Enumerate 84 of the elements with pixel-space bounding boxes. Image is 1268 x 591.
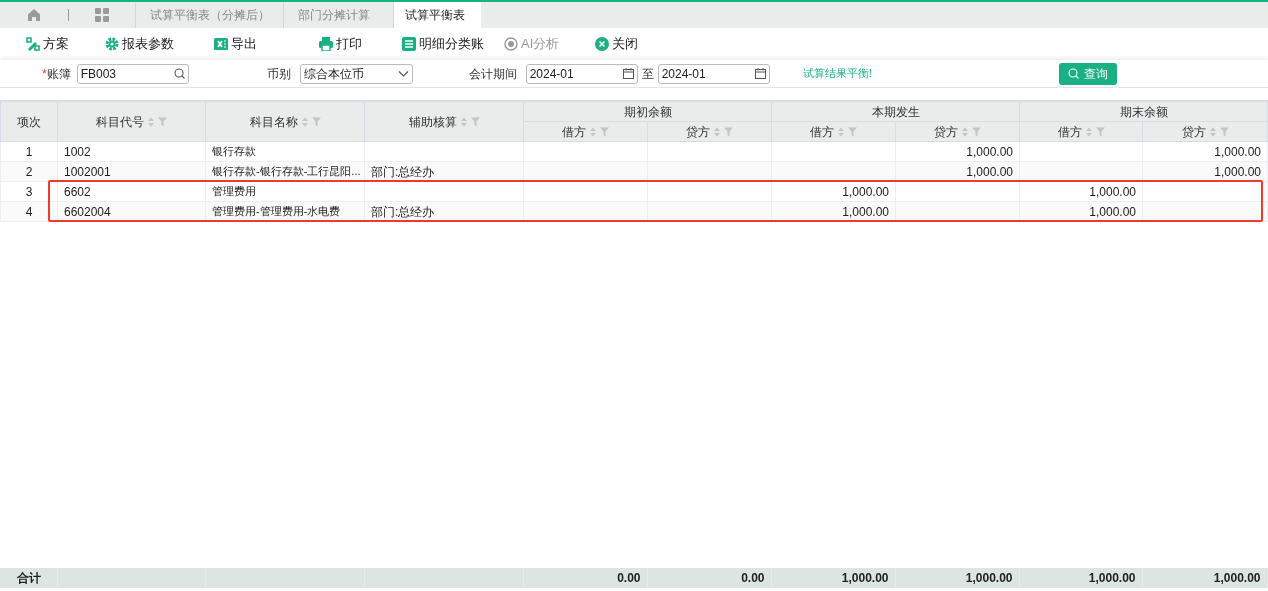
column-header[interactable]: 科目代号: [57, 101, 206, 142]
column-header: 项次: [0, 101, 58, 142]
toolbar-button[interactable]: 报表参数: [105, 34, 174, 54]
grid-icon[interactable]: [95, 8, 109, 22]
field-label: 至: [641, 65, 654, 83]
gear-icon: [105, 37, 119, 51]
table-cell: 4: [25, 204, 33, 219]
sort-icon[interactable]: [713, 126, 721, 137]
sort-icon[interactable]: [837, 126, 845, 137]
table-cell: 1002001: [64, 164, 111, 179]
table-cell: 部门:总经办: [371, 164, 435, 179]
table-cell: 6602004: [64, 204, 111, 219]
input-field[interactable]: 综合本位币: [299, 63, 413, 84]
table-cell: 部门:总经办: [371, 204, 435, 219]
filter-icon[interactable]: [848, 126, 857, 137]
table-cell: 管理费用: [212, 185, 256, 198]
column-header[interactable]: 科目名称: [205, 101, 365, 142]
filter-icon[interactable]: [972, 126, 981, 137]
sort-icon[interactable]: [300, 116, 309, 127]
table-cell: 1,000.00: [1213, 571, 1261, 585]
sort-icon[interactable]: [961, 126, 969, 137]
required-mark: *: [42, 65, 47, 83]
table-cell: 3: [25, 184, 33, 199]
toolbar-button[interactable]: 明细分类账: [402, 34, 484, 54]
scheme-icon: [26, 37, 40, 51]
search-icon: [1067, 68, 1079, 79]
list-icon: [402, 37, 416, 51]
table-cell: 1,000.00: [1214, 144, 1261, 159]
tab[interactable]: 试算平衡表: [393, 2, 481, 28]
search-icon: [173, 68, 185, 79]
input-field[interactable]: 2024-01: [525, 63, 638, 84]
spreadsheet-icon: [214, 37, 228, 51]
table-cell: 0.00: [741, 571, 765, 585]
filter-icon[interactable]: [1219, 126, 1229, 137]
status-message: 试算结果平衡!: [802, 66, 872, 82]
table-cell: 2: [25, 164, 33, 179]
table-cell: 0.00: [617, 571, 641, 585]
field-label: 会计期间: [468, 65, 517, 83]
column-header[interactable]: 辅助核算: [364, 101, 524, 142]
sort-icon[interactable]: [147, 116, 155, 127]
table-cell: 管理费用-管理费用-水电费: [212, 205, 341, 218]
table-cell: 6602: [64, 184, 91, 199]
table-cell: 合计: [17, 571, 41, 585]
table-cell: 1,000.00: [965, 571, 1013, 585]
table-cell: 1,000.00: [1089, 184, 1136, 199]
chevron-down-icon: [397, 68, 409, 79]
filter-icon[interactable]: [1095, 126, 1105, 137]
filter-icon[interactable]: [311, 116, 321, 127]
toolbar-button[interactable]: 导出: [214, 34, 257, 54]
sort-icon[interactable]: [589, 126, 597, 137]
column-header: 期末余额: [1019, 101, 1268, 122]
table-cell: 1,000.00: [842, 204, 889, 219]
filter-icon[interactable]: [724, 126, 733, 137]
input-field[interactable]: FB003: [76, 63, 189, 84]
calendar-icon: [754, 68, 766, 79]
filter-icon[interactable]: [470, 116, 480, 127]
table-cell: 1,000.00: [1089, 204, 1136, 219]
table-cell: 1,000.00: [842, 184, 889, 199]
sort-icon[interactable]: [1208, 126, 1217, 137]
sort-icon[interactable]: [459, 116, 468, 127]
printer-icon: [319, 37, 333, 51]
input-field[interactable]: 2024-01: [657, 63, 770, 84]
toolbar-button[interactable]: 打印: [319, 34, 362, 54]
toolbar-button[interactable]: 方案: [26, 34, 69, 54]
sort-icon[interactable]: [1084, 126, 1093, 137]
close-icon: [595, 37, 610, 51]
home-icon[interactable]: [27, 8, 41, 22]
table-cell: 1,000.00: [966, 144, 1013, 159]
column-header: 本期发生: [771, 101, 1020, 122]
calendar-icon: [622, 68, 634, 79]
column-header: 期初余额: [523, 101, 772, 122]
filter-icon[interactable]: [158, 116, 167, 127]
field-label: 账簿: [46, 65, 71, 83]
table-cell: 1,000.00: [1214, 164, 1261, 179]
table-cell: 银行存款-银行存款-工行昆阳...: [212, 165, 361, 178]
table-cell: 1002: [64, 144, 91, 159]
table-cell: 1,000.00: [1088, 571, 1136, 585]
toolbar-button[interactable]: 关闭: [595, 34, 639, 54]
table-cell: 银行存款: [212, 145, 256, 158]
field-label: 币别: [266, 65, 291, 83]
table-cell: 1: [25, 144, 33, 159]
filter-icon[interactable]: [600, 126, 609, 137]
table-cell: 1,000.00: [966, 164, 1013, 179]
table-cell: 1,000.00: [841, 571, 889, 585]
